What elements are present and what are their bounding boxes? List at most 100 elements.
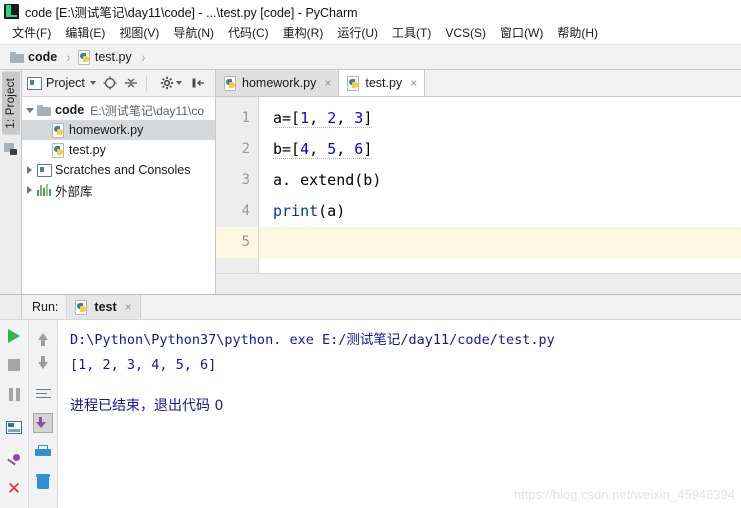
structure-icon[interactable]: [3, 142, 18, 156]
expand-arrow-right-icon[interactable]: [22, 166, 37, 174]
close-icon[interactable]: ×: [410, 77, 417, 89]
code-line-1-text: a=[1, 2, 3]: [273, 109, 373, 128]
run-tab-test[interactable]: test ×: [67, 295, 141, 319]
tree-row-test-py[interactable]: test.py: [22, 140, 215, 160]
menu-item-navigate[interactable]: 导航(N): [166, 23, 221, 43]
run-header-strip: [0, 295, 22, 319]
breadcrumb-item-testpy[interactable]: test.py: [76, 47, 134, 67]
tree-label-scratches: Scratches and Consoles: [55, 163, 191, 177]
menu-item-run[interactable]: 运行(U): [330, 23, 385, 43]
stop-button[interactable]: [4, 355, 24, 375]
close-run-button[interactable]: ✕: [4, 479, 24, 499]
rerun-button[interactable]: [4, 326, 24, 346]
menu-item-tools[interactable]: 工具(T): [385, 23, 438, 43]
folder-icon: [37, 104, 51, 116]
play-icon: [8, 329, 20, 343]
code-line-2[interactable]: b=[4, 5, 6]: [259, 134, 741, 165]
code-line-4-keyword: print: [273, 202, 319, 220]
line-number: 3: [241, 172, 250, 188]
up-stack-button[interactable]: [33, 326, 53, 346]
menu-item-code[interactable]: 代码(C): [221, 23, 276, 43]
editor-tab-label-test-py: test.py: [365, 76, 403, 90]
menu-item-help[interactable]: 帮助(H): [550, 23, 605, 43]
tree-row-external-libraries[interactable]: 外部库: [22, 180, 215, 200]
run-left-toolbar: ✕: [0, 320, 29, 508]
code-line-5[interactable]: [259, 227, 741, 258]
project-view-icon[interactable]: [27, 77, 42, 90]
project-panel: Project code E:\测试笔记\day11\co homework.p…: [22, 70, 216, 294]
console-icon: [6, 420, 22, 434]
menu-item-refactor[interactable]: 重构(R): [276, 23, 331, 43]
line-number: 2: [241, 141, 250, 157]
editor-area: homework.py × test.py × 1 2 3 4 5 a=[1, …: [216, 70, 741, 294]
line-number: 1: [241, 110, 250, 126]
arrow-up-icon: [38, 332, 48, 346]
code-text-area[interactable]: a=[1, 2, 3] b=[4, 5, 6] a. extend(b) pri…: [259, 97, 741, 273]
project-tree: code E:\测试笔记\day11\co homework.py test.p…: [22, 97, 215, 294]
menu-item-file[interactable]: 文件(F): [5, 23, 58, 43]
breadcrumb-item-code[interactable]: code: [8, 47, 59, 67]
project-panel-title: Project: [46, 76, 85, 90]
gear-icon[interactable]: [160, 76, 174, 90]
title-bar: code [E:\测试笔记\day11\code] - ...\test.py …: [0, 0, 741, 22]
close-icon[interactable]: ×: [324, 77, 331, 89]
code-line-4[interactable]: print(a): [259, 196, 741, 227]
code-line-2-text: b=[4, 5, 6]: [273, 140, 373, 159]
trash-icon: [36, 473, 50, 489]
tree-row-code[interactable]: code E:\测试笔记\day11\co: [22, 100, 215, 120]
pin-tab-button[interactable]: [4, 450, 24, 470]
editor-tab-test-py[interactable]: test.py ×: [339, 70, 426, 96]
line-number-current: 5: [216, 227, 258, 258]
editor-tab-homework-py[interactable]: homework.py ×: [216, 70, 340, 96]
down-stack-button[interactable]: [33, 355, 53, 375]
gear-chevron-down-icon[interactable]: [175, 81, 182, 85]
collapse-all-icon[interactable]: [124, 76, 138, 90]
line-number-gutter: 1 2 3 4 5: [216, 97, 259, 273]
print-button[interactable]: [33, 442, 53, 462]
main-area: 1: Project Project code E:\测试笔记\day11\co…: [0, 70, 741, 294]
wrap-lines-icon: [35, 388, 51, 401]
run-header-filler: [141, 295, 741, 319]
pause-icon: [8, 387, 20, 401]
project-panel-header: Project: [22, 70, 215, 97]
code-line-3[interactable]: a. extend(b): [259, 165, 741, 196]
console-result: [1, 2, 3, 4, 5, 6]: [70, 357, 217, 373]
scroll-to-end-button[interactable]: [33, 413, 53, 433]
code-line-1[interactable]: a=[1, 2, 3]: [259, 103, 741, 134]
chevron-down-icon[interactable]: [89, 81, 96, 85]
sidebar-tab-project[interactable]: 1: Project: [1, 72, 20, 135]
menu-item-vcs[interactable]: VCS(S): [438, 23, 493, 43]
run-right-toolbar: [29, 320, 58, 508]
menu-item-view[interactable]: 视图(V): [112, 23, 166, 43]
close-x-icon: ✕: [6, 478, 22, 499]
breadcrumb-separator-1: ›: [66, 49, 71, 65]
python-file-icon: [347, 76, 360, 91]
menu-item-edit[interactable]: 编辑(E): [58, 23, 112, 43]
clear-all-button[interactable]: [33, 471, 53, 491]
printer-icon: [35, 445, 51, 459]
stop-icon: [8, 359, 20, 371]
menu-item-window[interactable]: 窗口(W): [493, 23, 550, 43]
editor-tab-label-homework-py: homework.py: [242, 76, 317, 90]
scratches-icon: [37, 164, 52, 177]
close-icon[interactable]: ×: [125, 301, 132, 313]
python-file-icon: [77, 50, 91, 65]
hide-panel-icon[interactable]: [191, 76, 205, 90]
locate-icon[interactable]: [103, 76, 117, 90]
tree-path-code: E:\测试笔记\day11\co: [90, 103, 205, 118]
console-command: D:\Python\Python37\python. exe E:/测试笔记/d…: [70, 332, 555, 348]
python-file-icon: [224, 76, 237, 91]
expand-arrow-right-icon[interactable]: [22, 186, 37, 194]
console-exit-message: 进程已结束，退出代码 0: [70, 398, 224, 414]
console-output[interactable]: D:\Python\Python37\python. exe E:/测试笔记/d…: [58, 320, 741, 508]
show-console-button[interactable]: [4, 417, 24, 437]
tree-row-homework-py[interactable]: homework.py: [22, 120, 215, 140]
soft-wrap-button[interactable]: [33, 384, 53, 404]
code-line-4-args: (a): [318, 202, 346, 220]
run-tab-label: test: [94, 300, 117, 314]
pause-button[interactable]: [4, 384, 24, 404]
library-icon: [37, 184, 51, 196]
code-editor[interactable]: 1 2 3 4 5 a=[1, 2, 3] b=[4, 5, 6] a. ext…: [216, 97, 741, 273]
tree-row-scratches-and-consoles[interactable]: Scratches and Consoles: [22, 160, 215, 180]
expand-arrow-down-icon[interactable]: [22, 107, 37, 113]
